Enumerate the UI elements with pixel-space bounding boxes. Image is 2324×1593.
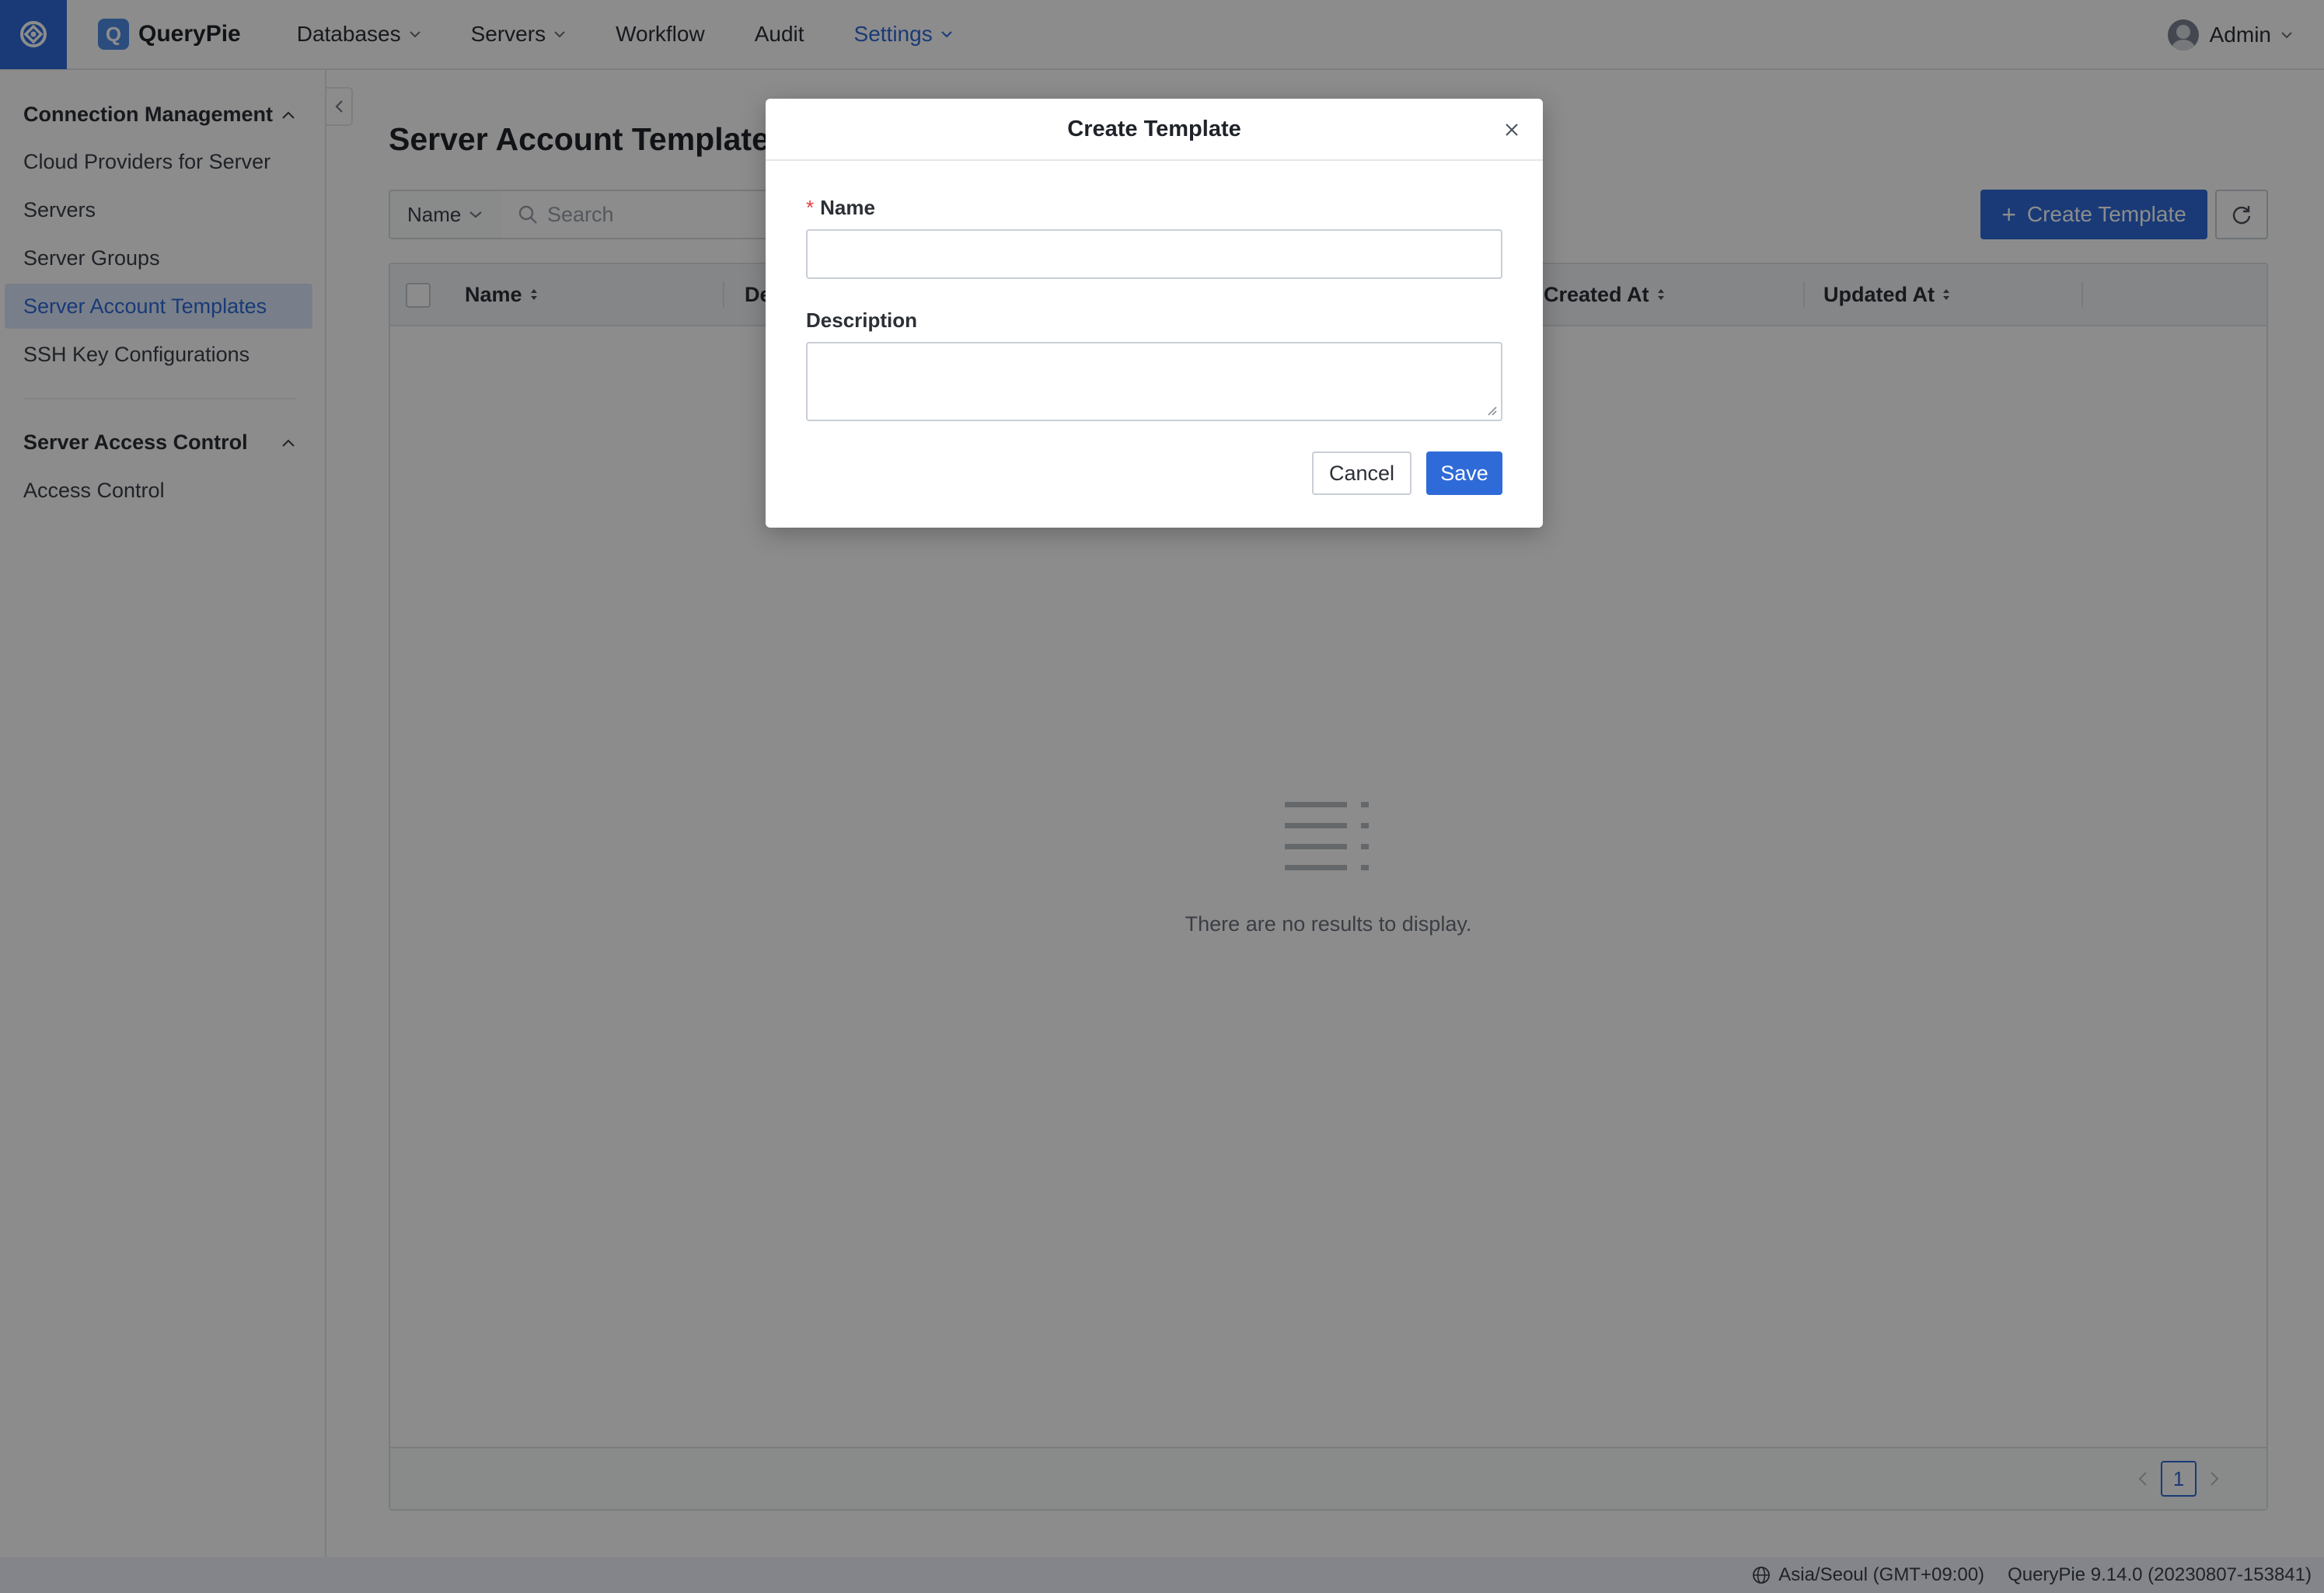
resize-handle-icon[interactable] bbox=[1485, 404, 1498, 417]
dialog-title: Create Template bbox=[1067, 116, 1241, 141]
dialog-header: Create Template bbox=[766, 99, 1543, 161]
cancel-label: Cancel bbox=[1328, 461, 1395, 485]
dialog-close-button[interactable] bbox=[1501, 119, 1523, 141]
save-label: Save bbox=[1440, 461, 1488, 485]
save-button[interactable]: Save bbox=[1426, 451, 1502, 495]
required-marker: * bbox=[806, 196, 815, 219]
description-label-text: Description bbox=[806, 308, 918, 332]
cancel-button[interactable]: Cancel bbox=[1312, 451, 1411, 495]
description-textarea[interactable] bbox=[806, 342, 1502, 421]
name-field-label: * Name bbox=[806, 196, 875, 220]
create-template-dialog: Create Template * Name Description Cancel… bbox=[766, 99, 1543, 528]
name-input[interactable] bbox=[806, 229, 1502, 279]
description-field-label: Description bbox=[806, 308, 917, 333]
close-icon bbox=[1506, 124, 1518, 136]
name-label-text: Name bbox=[820, 196, 875, 219]
